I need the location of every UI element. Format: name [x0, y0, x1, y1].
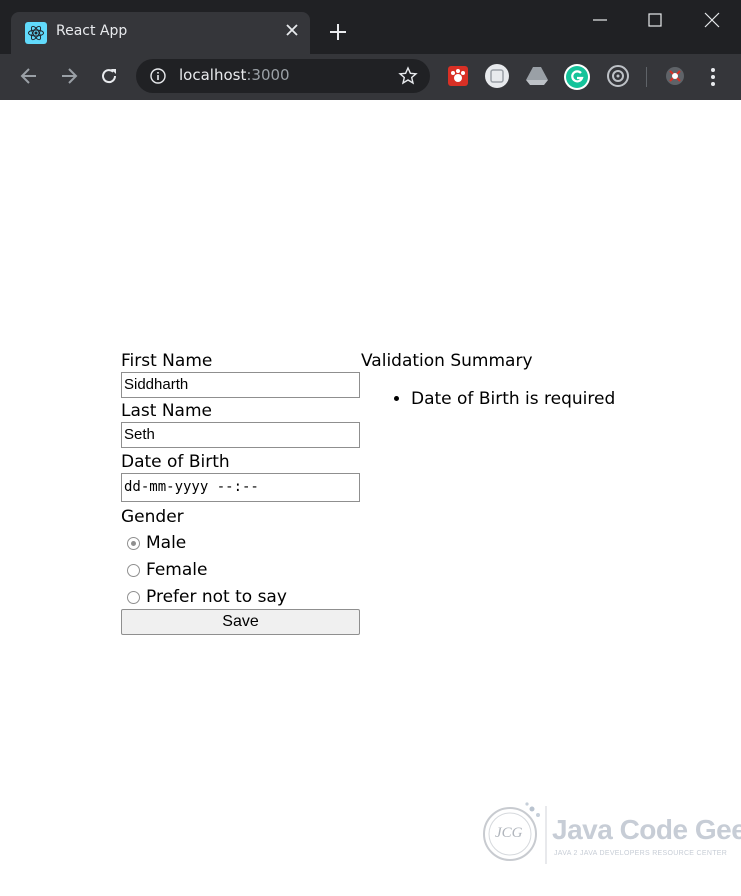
gender-label: Gender: [121, 507, 184, 527]
window-close-icon[interactable]: [702, 10, 722, 30]
extension-badge-icon[interactable]: [484, 63, 510, 89]
bookmark-star-icon[interactable]: [398, 66, 418, 86]
last-name-label: Last Name: [121, 401, 212, 421]
tab-title: React App: [56, 23, 128, 39]
minimize-icon[interactable]: [590, 10, 610, 30]
toolbar-separator: [646, 67, 647, 87]
first-name-input[interactable]: Siddharth: [121, 372, 360, 398]
gender-option-label: Male: [146, 533, 187, 553]
forward-arrow-icon[interactable]: [58, 65, 80, 87]
last-name-input[interactable]: Seth: [121, 422, 360, 448]
react-icon: [25, 22, 47, 44]
profile-avatar-icon[interactable]: [662, 63, 688, 89]
grammarly-icon[interactable]: [563, 63, 590, 90]
jcg-logo-text: JCG: [495, 825, 523, 841]
google-drive-icon[interactable]: [524, 63, 550, 89]
dob-input[interactable]: dd-mm-yyyy --:--: [121, 473, 360, 502]
tab-react-app[interactable]: React App: [11, 12, 310, 54]
url-text: localhost:3000: [179, 66, 290, 84]
gender-option-label: Female: [146, 560, 208, 580]
radio-male[interactable]: [127, 537, 140, 550]
jcg-tagline-text: JAVA 2 JAVA DEVELOPERS RESOURCE CENTER: [554, 850, 728, 857]
error-item: Date of Birth is required: [411, 388, 661, 410]
maximize-icon[interactable]: [645, 10, 665, 30]
browser-toolbar: localhost:3000: [0, 54, 741, 100]
new-tab-icon[interactable]: [328, 22, 348, 42]
extension-target-icon[interactable]: [605, 63, 631, 89]
gender-option-label: Prefer not to say: [146, 587, 287, 607]
validation-summary-title: Validation Summary: [361, 351, 533, 371]
jcg-watermark: JCG Java Code Geeks JAVA 2 JAVA DEVELOPE…: [480, 800, 741, 866]
gender-option-male[interactable]: Male: [121, 530, 361, 557]
dob-label: Date of Birth: [121, 452, 230, 472]
error-list: Date of Birth is required: [361, 388, 661, 410]
save-button[interactable]: Save: [121, 609, 360, 635]
info-icon[interactable]: [150, 68, 166, 84]
back-arrow-icon[interactable]: [18, 65, 40, 87]
address-bar[interactable]: localhost:3000: [136, 59, 430, 93]
extension-paw-icon[interactable]: [445, 63, 471, 89]
jcg-brand-text: Java Code Geeks: [552, 814, 741, 845]
browser-chrome: React App localhost:3000: [0, 0, 741, 100]
radio-prefer-not[interactable]: [127, 591, 140, 604]
kebab-menu-icon[interactable]: [706, 66, 720, 88]
radio-female[interactable]: [127, 564, 140, 577]
validation-summary: Validation Summary Date of Birth is requ…: [361, 351, 661, 410]
first-name-label: First Name: [121, 351, 213, 371]
tab-strip: React App: [0, 0, 741, 54]
close-tab-icon[interactable]: [283, 21, 301, 39]
gender-option-prefer-not[interactable]: Prefer not to say: [121, 584, 361, 611]
gender-option-female[interactable]: Female: [121, 557, 361, 584]
user-form: First Name Siddharth Last Name Seth Date…: [121, 351, 361, 635]
reload-icon[interactable]: [98, 65, 120, 87]
